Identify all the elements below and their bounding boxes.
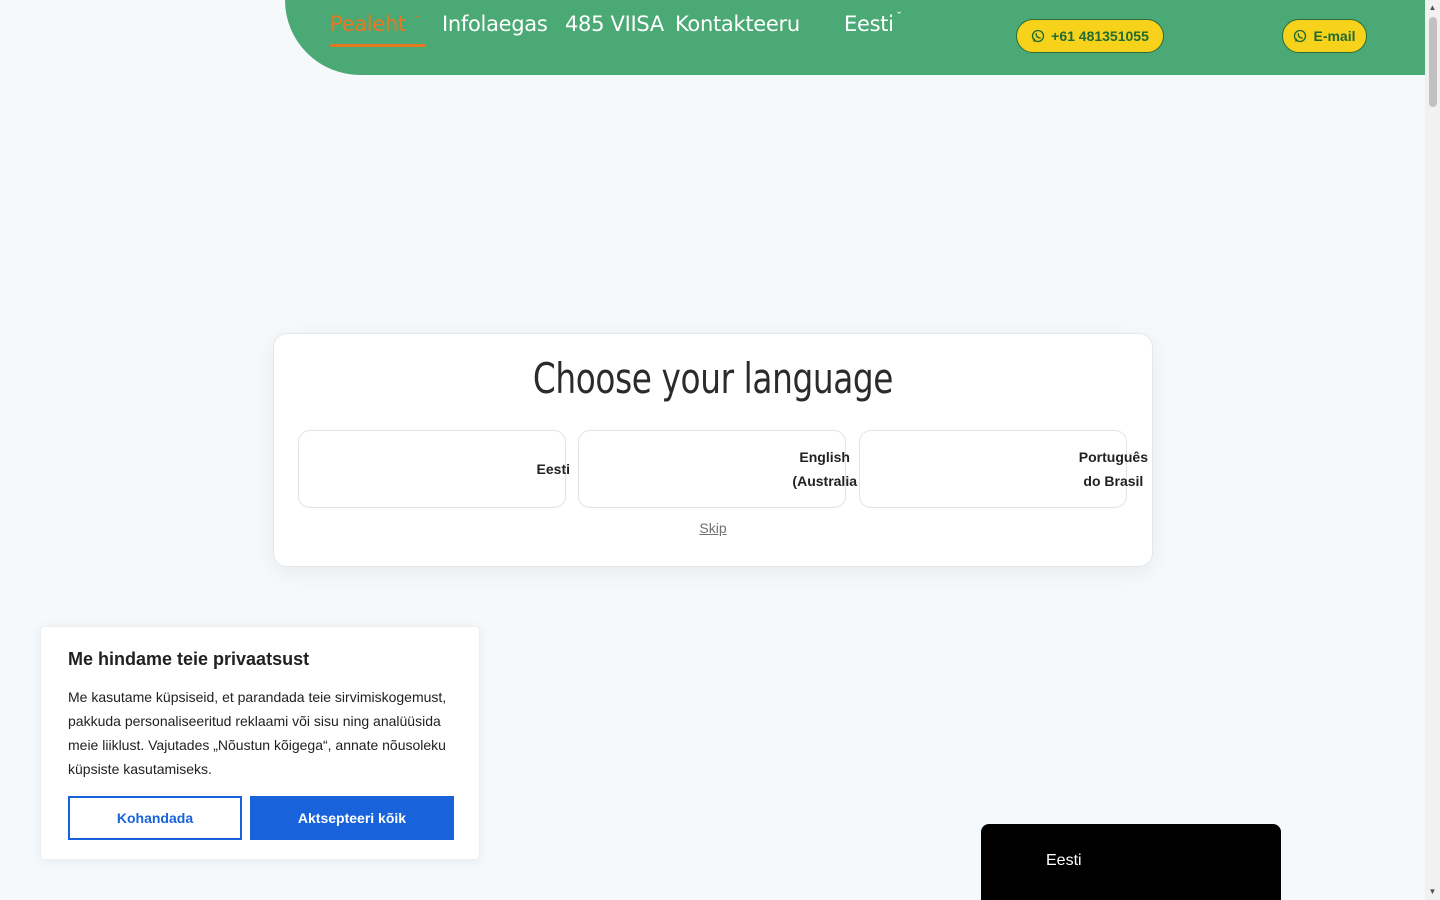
language-option-label: Português do Brasil [1078,449,1148,489]
language-modal: Choose your language Eesti English (Aust… [273,333,1153,567]
whatsapp-icon [1031,29,1045,43]
nav-item-kontakteeru[interactable]: Kontakteeru [675,12,800,36]
active-nav-underline [330,44,426,47]
language-modal-title: Choose your language [532,354,894,403]
language-option-portugues[interactable]: Português do Brasil [859,430,1148,508]
nav-item-485-viisa[interactable]: 485 VIISA [565,12,664,36]
page-scrollbar[interactable]: ▲ ▼ [1425,0,1440,900]
scroll-up-arrow-icon[interactable]: ▲ [1428,3,1437,13]
language-switcher-widget[interactable]: Eesti [981,824,1281,900]
scrollbar-thumb[interactable] [1429,17,1437,107]
language-option-english[interactable]: English (Australia [578,430,857,508]
scroll-down-arrow-icon[interactable]: ▼ [1428,887,1437,897]
language-option-eesti[interactable]: Eesti [298,430,570,508]
skip-link[interactable]: Skip [274,520,1152,536]
nav-item-infolaegas[interactable]: Infolaegas [442,12,548,36]
language-option-label: Eesti [536,461,570,477]
email-label: E-mail [1313,28,1356,44]
nav-item-pealeht[interactable]: Pealeht [330,12,406,36]
email-button[interactable]: E-mail [1282,19,1367,53]
chevron-down-icon: ˇ [415,13,420,28]
cookie-consent-banner: Me hindame teie privaatsust Me kasutame … [40,626,480,860]
whatsapp-icon [1294,29,1307,43]
language-selector[interactable]: Eesti [844,12,894,36]
language-option-label: English (Australia [792,449,857,489]
cookie-description: Me kasutame küpsiseid, et parandada teie… [68,689,447,777]
phone-number: +61 481351055 [1051,28,1149,44]
site-header: Pealeht ˇ Infolaegas 485 VIISA Kontaktee… [285,0,1425,75]
accept-all-button[interactable]: Aktsepteeri kõik [250,796,454,840]
chevron-down-icon: ˇ [897,9,902,24]
cookie-title: Me hindame teie privaatsust [68,649,310,669]
language-switcher-label: Eesti [1046,852,1082,869]
phone-button[interactable]: +61 481351055 [1016,19,1164,53]
customize-button[interactable]: Kohandada [68,796,242,840]
